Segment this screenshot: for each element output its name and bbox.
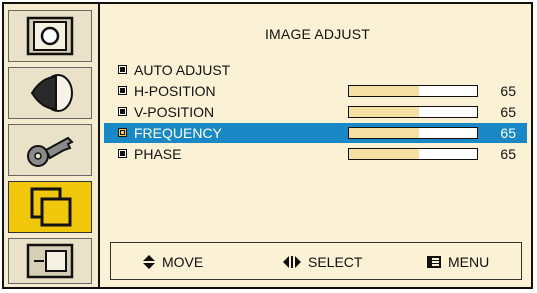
sidebar [4,4,100,287]
left-right-arrow-icon [283,256,301,268]
move-hint: MOVE [143,254,203,270]
position-icon [26,243,74,279]
sidebar-item-key[interactable] [8,124,92,176]
menu-item-v-position[interactable]: V-POSITION 65 [104,102,527,122]
up-down-arrow-icon [143,255,155,269]
menu-item-auto-adjust[interactable]: AUTO ADJUST [104,60,527,80]
image-adjust-icon [30,187,72,227]
bullet-icon [118,107,127,116]
menu-hint: MENU [427,254,489,270]
menu-icon [427,256,441,268]
menu-label: MENU [448,254,490,270]
bullet-icon [118,65,127,74]
v-position-slider[interactable] [348,106,478,118]
phase-slider[interactable] [348,148,478,160]
bullet-icon [118,86,127,95]
bullet-icon [118,149,127,158]
select-hint: SELECT [283,254,362,270]
menu-item-frequency[interactable]: FREQUENCY 65 [104,123,527,143]
bullet-icon [118,128,127,137]
select-label: SELECT [308,254,363,270]
menu-item-label: AUTO ADJUST [134,62,231,78]
h-position-value: 65 [500,83,516,99]
frequency-slider[interactable] [348,127,478,139]
main-panel: IMAGE ADJUST AUTO ADJUST H-POSITION 65 V… [104,4,531,287]
menu-item-label: H-POSITION [134,83,216,99]
menu-item-h-position[interactable]: H-POSITION 65 [104,81,527,101]
v-position-value: 65 [500,104,516,120]
sidebar-item-image-adjust[interactable] [8,181,92,233]
phase-value: 65 [500,146,516,162]
menu-title: IMAGE ADJUST [264,26,371,42]
move-label: MOVE [162,254,204,270]
slider-fill [349,128,420,138]
sidebar-item-picture[interactable] [8,10,92,62]
menu-item-label: V-POSITION [134,104,215,120]
sidebar-item-position[interactable] [8,238,92,284]
key-icon [27,136,74,167]
menu-item-phase[interactable]: PHASE 65 [104,144,527,164]
h-position-slider[interactable] [348,85,478,97]
osd-window: IMAGE ADJUST AUTO ADJUST H-POSITION 65 V… [2,2,533,289]
sidebar-item-color[interactable] [8,67,92,119]
menu-item-label: FREQUENCY [134,125,222,141]
slider-fill [349,107,420,117]
help-bar: MOVE SELECT MENU [110,242,522,280]
color-icon [30,74,73,112]
slider-fill [349,86,420,96]
menu-item-label: PHASE [134,146,182,162]
frequency-value: 65 [500,125,516,141]
slider-fill [349,149,420,159]
picture-icon [26,16,74,56]
